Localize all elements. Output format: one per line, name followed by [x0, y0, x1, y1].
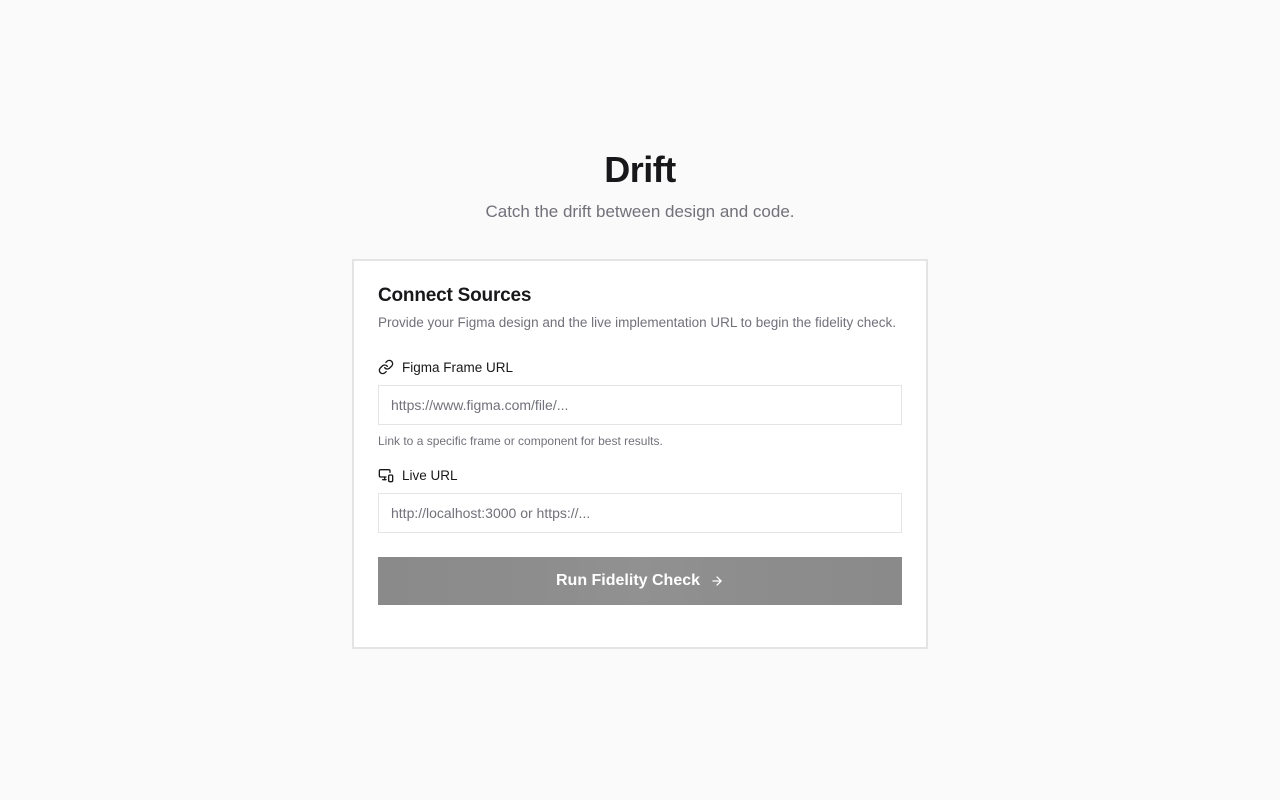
live-url-label-text: Live URL	[402, 467, 458, 483]
live-url-input[interactable]	[378, 493, 902, 533]
hero: Drift Catch the drift between design and…	[0, 148, 1280, 224]
app-tagline: Catch the drift between design and code.	[485, 202, 795, 221]
card-title: Connect Sources	[378, 285, 532, 306]
page: Drift Catch the drift between design and…	[0, 0, 1280, 800]
figma-url-label: Figma Frame URL	[378, 357, 902, 377]
live-url-label: Live URL	[378, 465, 902, 485]
run-fidelity-check-label: Run Fidelity Check	[555, 572, 701, 589]
figma-url-hint: Link to a specific frame or component fo…	[378, 434, 663, 448]
devices-icon	[378, 467, 394, 483]
arrow-right-icon	[710, 574, 724, 588]
connect-sources-card: Connect Sources Provide your Figma desig…	[352, 259, 928, 649]
app-title: Drift	[604, 149, 676, 190]
card-description: Provide your Figma design and the live i…	[378, 315, 897, 330]
figma-url-input[interactable]	[378, 385, 902, 425]
link-icon	[378, 359, 394, 375]
run-fidelity-check-button[interactable]: Run Fidelity Check	[378, 557, 902, 605]
figma-url-label-text: Figma Frame URL	[402, 359, 514, 375]
